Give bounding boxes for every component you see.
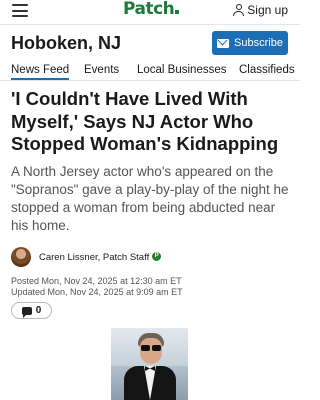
author-line: Caren Lissner, Patch Staff P bbox=[39, 251, 162, 263]
author-avatar[interactable] bbox=[11, 247, 31, 267]
patch-logo[interactable]: Patch bbox=[123, 0, 180, 19]
tab-classifieds[interactable]: Classifieds bbox=[239, 62, 295, 76]
author-name[interactable]: Caren Lissner bbox=[39, 252, 98, 263]
city-row: Hoboken, NJ Subscribe bbox=[0, 28, 300, 60]
city-name[interactable]: Hoboken, NJ bbox=[11, 33, 121, 54]
comment-count: 0 bbox=[35, 305, 42, 316]
hamburger-menu-icon[interactable] bbox=[12, 4, 28, 17]
updated-timestamp: Updated Mon, Nov 24, 2025 at 9:09 am ET bbox=[11, 287, 183, 297]
user-icon bbox=[233, 4, 245, 16]
logo-text: Patch bbox=[123, 0, 175, 19]
tab-news-feed[interactable]: News Feed bbox=[11, 62, 70, 80]
article-dek: A North Jersey actor who's appeared on t… bbox=[11, 164, 289, 233]
subscribe-button[interactable]: Subscribe bbox=[212, 31, 288, 55]
sign-up-label: Sign up bbox=[247, 3, 288, 17]
posted-timestamp: Posted Mon, Nov 24, 2025 at 12:30 am ET bbox=[11, 276, 182, 286]
section-tabs: News Feed Events Local Businesses Classi… bbox=[0, 60, 300, 82]
byline: Caren Lissner, Patch Staff P bbox=[11, 246, 162, 268]
patch-staff-badge-icon: P bbox=[152, 252, 162, 262]
author-role: , Patch Staff bbox=[97, 251, 150, 263]
sign-up-link[interactable]: Sign up bbox=[233, 3, 288, 17]
comments-button[interactable]: 0 bbox=[11, 302, 52, 319]
tab-local-businesses[interactable]: Local Businesses bbox=[137, 62, 227, 76]
tabs-divider bbox=[0, 80, 300, 81]
tab-events[interactable]: Events bbox=[84, 62, 119, 76]
header-divider bbox=[0, 24, 300, 25]
subscribe-label: Subscribe bbox=[234, 37, 283, 49]
article-headline: 'I Couldn't Have Lived With Myself,' Say… bbox=[11, 88, 279, 154]
mail-icon bbox=[217, 38, 230, 48]
logo-dot bbox=[175, 10, 180, 14]
comment-bubble-icon bbox=[21, 306, 32, 318]
article-photo[interactable] bbox=[111, 328, 188, 400]
top-bar: Patch Sign up bbox=[0, 0, 300, 24]
